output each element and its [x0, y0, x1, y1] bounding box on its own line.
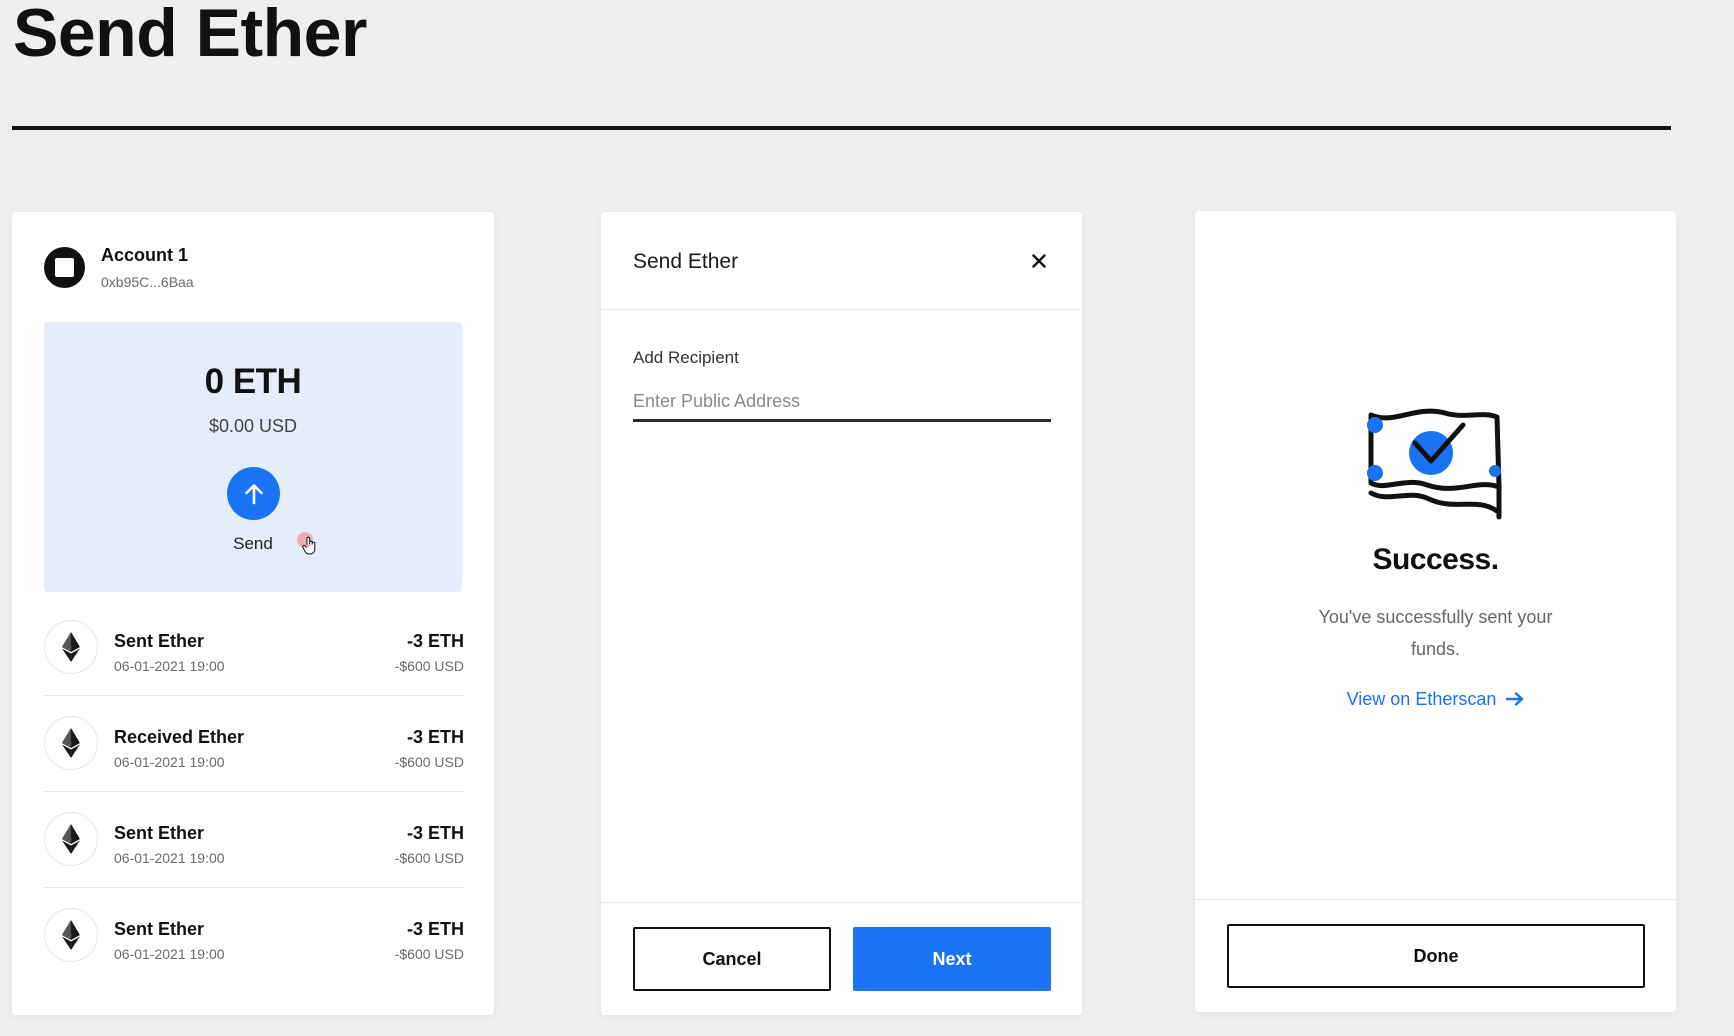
transaction-title: Received Ether [114, 727, 245, 747]
modal-header: Send Ether [601, 212, 1082, 310]
success-card: Success. You've successfully sent your f… [1195, 211, 1676, 1012]
recipient-address-input[interactable] [633, 384, 1051, 422]
ethereum-icon [44, 908, 98, 962]
money-check-icon [1367, 408, 1502, 520]
send-button[interactable] [227, 467, 280, 520]
transaction-usd: -$600 USD [394, 754, 464, 770]
next-button[interactable]: Next [853, 927, 1051, 991]
transaction-usd: -$600 USD [394, 850, 464, 866]
ethereum-icon [44, 620, 98, 674]
transaction-title: Sent Ether [114, 631, 205, 651]
account-avatar [44, 247, 85, 288]
hand-cursor-icon [302, 536, 316, 555]
balance-eth: 0 ETH [204, 362, 302, 401]
balance-panel: 0 ETH $0.00 USD Send [44, 322, 462, 592]
cancel-button[interactable]: Cancel [633, 927, 831, 991]
send-label[interactable]: Send [44, 534, 462, 554]
transaction-title: Sent Ether [114, 823, 205, 843]
transaction-row[interactable]: Sent Ether 06-01-2021 19:00 -3 ETH -$600… [44, 888, 464, 984]
modal-title: Send Ether [633, 250, 739, 273]
arrow-right-icon [1506, 690, 1524, 711]
transaction-list: Sent Ether 06-01-2021 19:00 -3 ETH -$600… [44, 600, 464, 984]
transaction-date: 06-01-2021 19:00 [114, 850, 225, 866]
transaction-title: Sent Ether [114, 919, 205, 939]
transaction-date: 06-01-2021 19:00 [114, 658, 225, 674]
transaction-amount: -3 ETH [406, 919, 464, 939]
done-button[interactable]: Done [1227, 924, 1645, 988]
account-name: Account 1 [101, 245, 189, 265]
transaction-amount: -3 ETH [406, 823, 464, 843]
page-title: Send Ether [13, 0, 367, 71]
transaction-date: 06-01-2021 19:00 [114, 754, 225, 770]
transaction-usd: -$600 USD [394, 946, 464, 962]
close-icon [1032, 254, 1046, 268]
transaction-amount: -3 ETH [406, 631, 464, 651]
success-footer: Done [1195, 899, 1676, 1012]
transaction-date: 06-01-2021 19:00 [114, 946, 225, 962]
success-message: You've successfully sent your funds. [1318, 607, 1553, 659]
arrow-up-icon [244, 483, 263, 504]
ethereum-icon [44, 812, 98, 866]
wallet-card: Account 1 0xb95C...6Baa 0 ETH $0.00 USD … [12, 212, 494, 1015]
close-button[interactable] [1028, 250, 1050, 272]
transaction-row[interactable]: Sent Ether 06-01-2021 19:00 -3 ETH -$600… [44, 600, 464, 696]
modal-footer: Cancel Next [601, 902, 1082, 1015]
etherscan-link-label: View on Etherscan [1346, 689, 1497, 709]
transaction-usd: -$600 USD [394, 658, 464, 674]
ethereum-icon [44, 716, 98, 770]
success-heading: Success. [1372, 543, 1499, 576]
title-divider [12, 126, 1671, 130]
transaction-row[interactable]: Received Ether 06-01-2021 19:00 -3 ETH -… [44, 696, 464, 792]
balance-usd: $0.00 USD [208, 416, 298, 436]
transaction-amount: -3 ETH [406, 727, 464, 747]
account-address: 0xb95C...6Baa [101, 274, 194, 290]
recipient-label: Add Recipient [633, 348, 739, 367]
view-on-etherscan-link[interactable]: View on Etherscan [1195, 689, 1676, 711]
send-modal: Send Ether Add Recipient Cancel Next [601, 212, 1082, 1015]
transaction-row[interactable]: Sent Ether 06-01-2021 19:00 -3 ETH -$600… [44, 792, 464, 888]
